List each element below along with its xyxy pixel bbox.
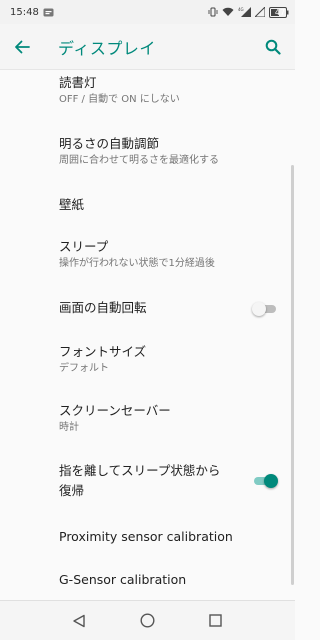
status-bar: 15:48 4G 47	[0, 0, 295, 24]
status-right: 4G 47	[208, 6, 289, 18]
nav-back-button[interactable]	[59, 601, 99, 640]
setting-font-size[interactable]: フォントサイズ デフォルト	[0, 343, 295, 383]
back-triangle-icon	[73, 614, 85, 627]
setting-title: スリープ	[59, 239, 109, 254]
arrow-left-icon	[15, 40, 30, 53]
settings-list: 読書灯 OFF / 自動で ON にしない 明るさの自動調節 周囲に合わせて明る…	[0, 70, 295, 600]
battery-level: 47	[274, 7, 286, 17]
setting-sleep[interactable]: スリープ 操作が行われない状態で1分経過後	[0, 238, 295, 278]
setting-title: スクリーンセーバー	[59, 403, 171, 418]
setting-auto-rotate[interactable]: 画面の自動回転	[0, 299, 295, 325]
setting-title: 画面の自動回転	[59, 300, 147, 315]
setting-gsensor-calibration[interactable]: G-Sensor calibration	[0, 571, 295, 597]
setting-title: フォントサイズ	[59, 344, 147, 359]
setting-summary: 操作が行われない状態で1分経過後	[59, 258, 215, 269]
setting-title: 壁紙	[59, 197, 85, 212]
setting-summary: デフォルト	[59, 363, 109, 374]
scrollbar[interactable]	[291, 165, 294, 585]
status-time: 15:48	[10, 6, 39, 18]
setting-summary: 時計	[59, 422, 79, 433]
setting-reading-light[interactable]: 読書灯 OFF / 自動で ON にしない	[0, 74, 295, 114]
toggle-thumb	[252, 302, 266, 316]
page-title: ディスプレイ	[58, 38, 156, 58]
status-left: 15:48	[10, 7, 54, 18]
lift-to-wake-toggle[interactable]	[252, 471, 278, 491]
setting-summary: 周囲に合わせて明るさを最適化する	[59, 155, 219, 166]
signal-icon	[255, 7, 265, 17]
lte-signal-icon: 4G	[238, 7, 251, 17]
setting-title: Proximity sensor calibration	[59, 529, 233, 544]
setting-title: 明るさの自動調節	[59, 136, 160, 151]
search-button[interactable]	[251, 24, 295, 70]
setting-title: G-Sensor calibration	[59, 572, 187, 587]
recents-square-icon	[209, 614, 223, 627]
setting-auto-brightness[interactable]: 明るさの自動調節 周囲に合わせて明るさを最適化する	[0, 135, 295, 175]
setting-summary: OFF / 自動で ON にしない	[59, 94, 180, 105]
wifi-icon	[222, 7, 234, 17]
navigation-bar	[0, 600, 295, 640]
home-circle-icon	[140, 613, 155, 628]
notification-icon	[43, 8, 54, 17]
vibrate-icon	[208, 7, 218, 17]
setting-screensaver[interactable]: スクリーンセーバー 時計	[0, 402, 295, 442]
auto-rotate-toggle[interactable]	[252, 299, 278, 319]
setting-title: 読書灯	[59, 75, 97, 90]
setting-wallpaper[interactable]: 壁紙	[0, 196, 295, 222]
nav-recents-button[interactable]	[196, 601, 236, 640]
nav-home-button[interactable]	[127, 601, 167, 640]
toggle-thumb	[264, 474, 278, 488]
back-button[interactable]	[0, 24, 44, 70]
setting-proximity-calibration[interactable]: Proximity sensor calibration	[0, 528, 295, 554]
setting-title-line2: 復帰	[59, 483, 85, 498]
setting-lift-to-wake[interactable]: 指を離してスリープ状態から 復帰	[0, 462, 295, 502]
setting-title: 指を離してスリープ状態から	[59, 463, 221, 478]
app-bar: ディスプレイ	[0, 24, 295, 70]
search-icon	[265, 39, 281, 55]
svg-text:4G: 4G	[238, 7, 244, 12]
